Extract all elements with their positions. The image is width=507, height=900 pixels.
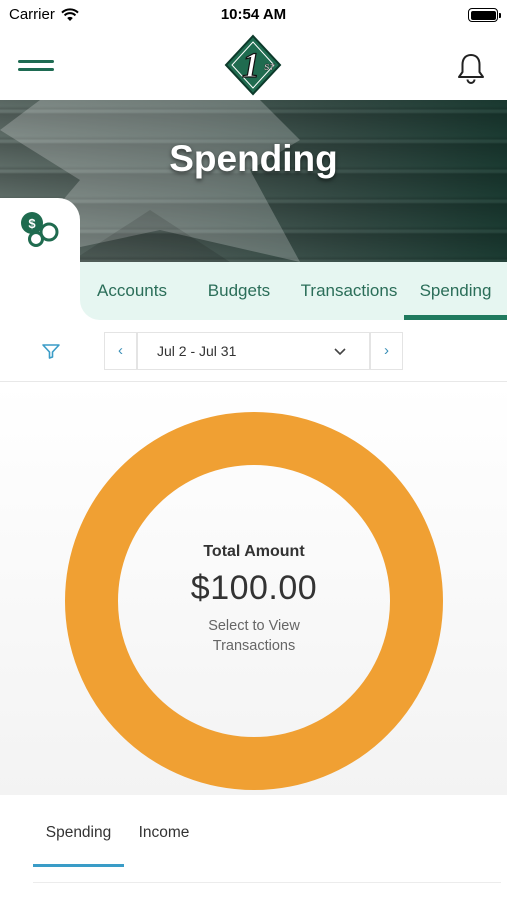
bell-icon	[458, 54, 484, 84]
divider	[33, 882, 501, 883]
bank-logo: 1 ST	[224, 34, 282, 96]
svg-text:ST: ST	[264, 63, 275, 72]
chevron-down-icon	[334, 348, 346, 356]
section-tabs: Accounts Budgets Transactions Spending	[80, 262, 507, 320]
total-amount-value: $100.00	[190, 568, 318, 607]
top-nav-bar: 1 ST	[0, 30, 507, 100]
date-range-value: Jul 2 - Jul 31	[157, 343, 237, 359]
date-range-select[interactable]: Jul 2 - Jul 31	[137, 332, 370, 370]
chevron-right-icon: ›	[384, 342, 389, 359]
tab-spending[interactable]: Spending	[404, 262, 507, 320]
filter-row: ‹ Jul 2 - Jul 31 ›	[0, 320, 507, 382]
filter-icon	[42, 344, 60, 359]
next-period-button[interactable]: ›	[370, 332, 403, 370]
total-amount-label: Total Amount	[203, 542, 305, 560]
spending-app-icon-card: $	[0, 198, 80, 320]
filter-button[interactable]	[40, 342, 62, 360]
status-time: 10:54 AM	[220, 6, 287, 23]
tab-accounts[interactable]: Accounts	[80, 262, 184, 320]
chevron-left-icon: ‹	[118, 342, 123, 359]
svg-text:$: $	[28, 216, 36, 231]
svg-text:1: 1	[242, 45, 260, 85]
tab-budgets[interactable]: Budgets	[184, 262, 294, 320]
page-title: Spending	[169, 138, 338, 179]
tab-income-breakdown[interactable]: Income	[124, 824, 204, 867]
previous-period-button[interactable]: ‹	[104, 332, 137, 370]
breakdown-card: Spending Income	[6, 796, 501, 900]
select-hint: Select to View Transactions	[208, 617, 300, 654]
menu-icon	[18, 60, 54, 63]
notifications-button[interactable]	[456, 52, 486, 84]
status-bar: Carrier 10:54 AM	[0, 0, 507, 30]
tab-spending-breakdown[interactable]: Spending	[33, 824, 124, 867]
battery-icon	[468, 8, 501, 22]
coins-icon: $	[21, 212, 59, 247]
spending-chart-area: Total Amount $100.00 Select to View Tran…	[0, 383, 507, 795]
tab-transactions[interactable]: Transactions	[294, 262, 404, 320]
donut-center-summary: Total Amount $100.00 Select to View Tran…	[118, 466, 390, 738]
breakdown-tabs: Spending Income	[33, 824, 204, 867]
menu-button[interactable]	[18, 58, 54, 74]
